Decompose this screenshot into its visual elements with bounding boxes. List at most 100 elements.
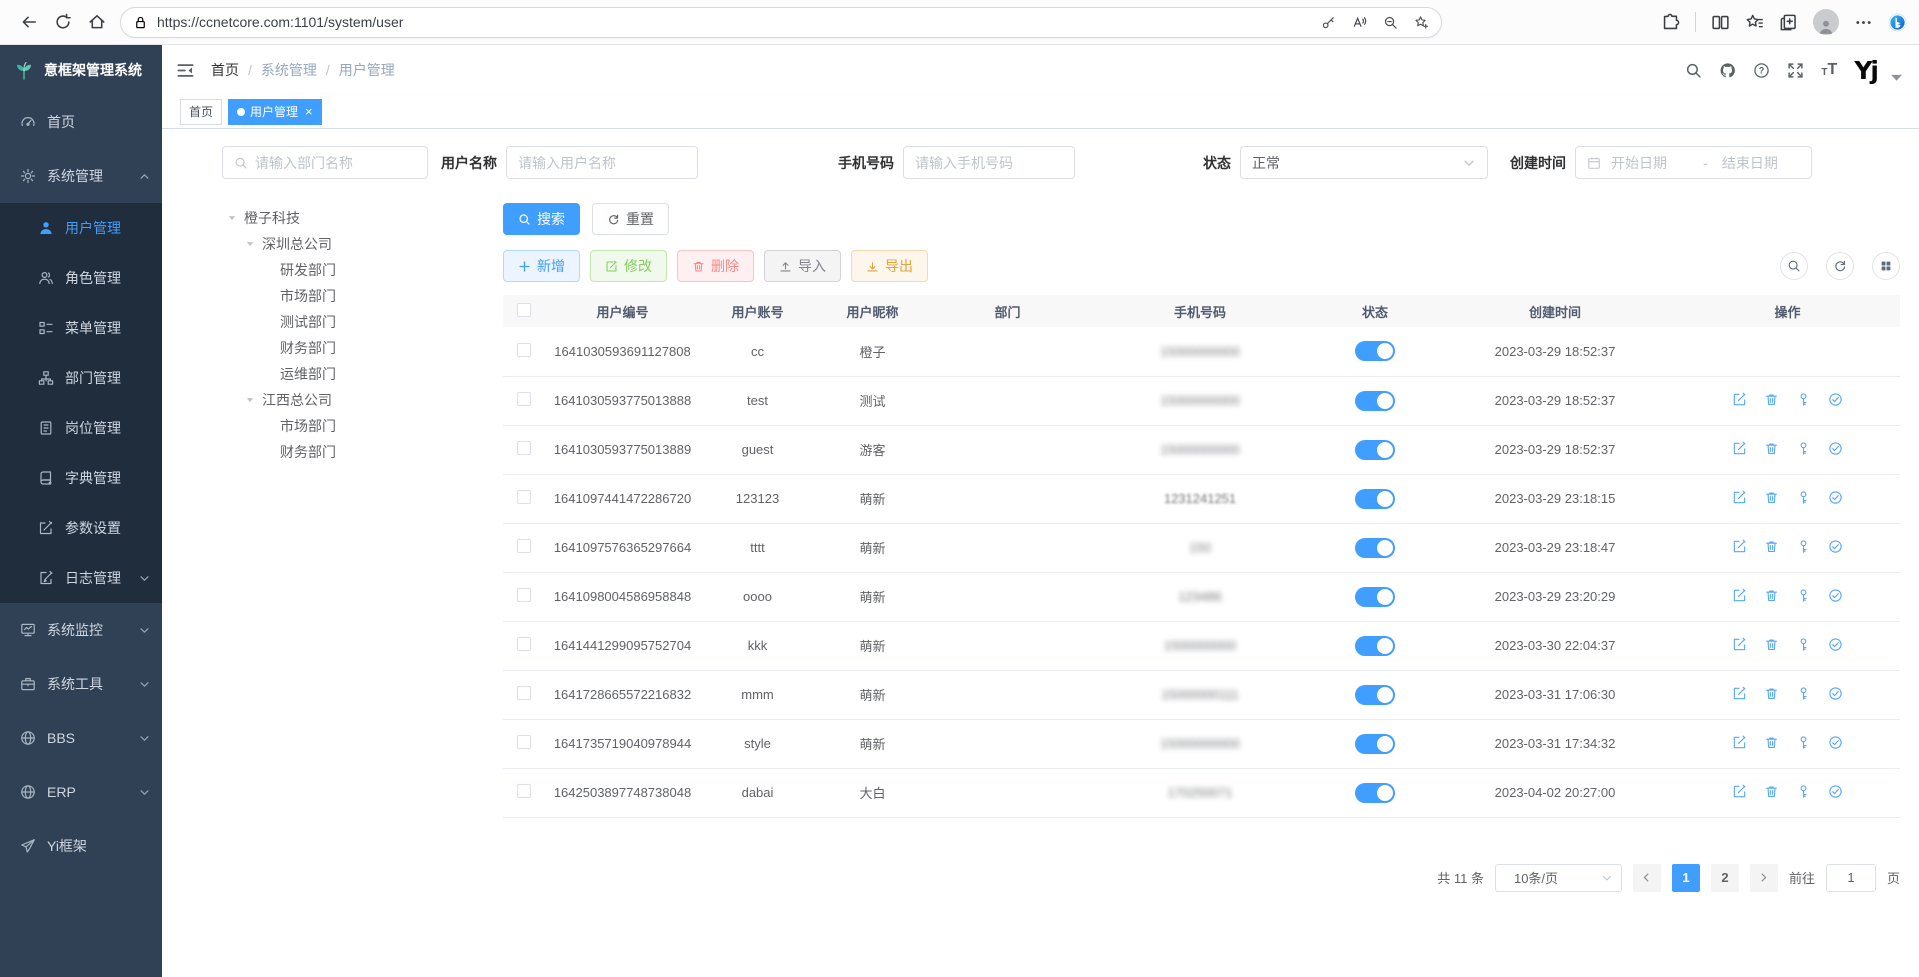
- read-aloud-icon[interactable]: [1352, 15, 1367, 30]
- table-search-toggle-button[interactable]: [1780, 252, 1808, 280]
- row-edit-button[interactable]: [1732, 637, 1747, 652]
- next-page-button[interactable]: [1750, 864, 1778, 892]
- tree-node[interactable]: 财务部门: [222, 439, 504, 465]
- export-button[interactable]: 导出: [851, 250, 928, 282]
- row-assign-role-button[interactable]: [1828, 735, 1843, 750]
- status-toggle[interactable]: [1355, 489, 1395, 509]
- row-reset-password-button[interactable]: [1796, 735, 1811, 750]
- row-edit-button[interactable]: [1732, 441, 1747, 456]
- user-menu-caret-icon[interactable]: [1888, 69, 1905, 86]
- zoom-out-icon[interactable]: [1383, 15, 1398, 30]
- row-reset-password-button[interactable]: [1796, 686, 1811, 701]
- row-edit-button[interactable]: [1732, 490, 1747, 505]
- row-delete-button[interactable]: [1764, 784, 1779, 799]
- row-edit-button[interactable]: [1732, 539, 1747, 554]
- row-checkbox[interactable]: [517, 343, 531, 357]
- sidebar-item-dict-mgmt[interactable]: 字典管理: [0, 453, 162, 503]
- row-edit-button[interactable]: [1732, 392, 1747, 407]
- sidebar-item-user-mgmt[interactable]: 用户管理: [0, 203, 162, 253]
- username-input[interactable]: [506, 146, 698, 179]
- row-reset-password-button[interactable]: [1796, 539, 1811, 554]
- row-delete-button[interactable]: [1764, 735, 1779, 750]
- row-reset-password-button[interactable]: [1796, 490, 1811, 505]
- row-delete-button[interactable]: [1764, 588, 1779, 603]
- sidebar-item-tools[interactable]: 系统工具: [0, 657, 162, 711]
- phone-input[interactable]: [903, 146, 1075, 179]
- row-delete-button[interactable]: [1764, 686, 1779, 701]
- tree-node[interactable]: 橙子科技: [222, 205, 504, 231]
- row-checkbox[interactable]: [517, 539, 531, 553]
- row-delete-button[interactable]: [1764, 637, 1779, 652]
- row-reset-password-button[interactable]: [1796, 441, 1811, 456]
- sidebar-toggle-icon[interactable]: [162, 61, 209, 80]
- browser-address-bar[interactable]: https://ccnetcore.com:1101/system/user: [120, 7, 1442, 38]
- sidebar-item-param-settings[interactable]: 参数设置: [0, 503, 162, 553]
- tree-node[interactable]: 江西总公司: [222, 387, 504, 413]
- row-assign-role-button[interactable]: [1828, 588, 1843, 603]
- dept-search-input[interactable]: [222, 146, 428, 179]
- tree-node[interactable]: 运维部门: [222, 361, 504, 387]
- row-reset-password-button[interactable]: [1796, 637, 1811, 652]
- favorites-icon[interactable]: [1745, 13, 1764, 32]
- split-screen-icon[interactable]: [1711, 13, 1730, 32]
- sidebar-item-system[interactable]: 系统管理: [0, 149, 162, 203]
- url-text[interactable]: https://ccnetcore.com:1101/system/user: [157, 14, 1321, 30]
- browser-settings-icon[interactable]: [1854, 13, 1873, 32]
- browser-back-button[interactable]: [12, 5, 46, 39]
- status-toggle[interactable]: [1355, 341, 1395, 361]
- row-delete-button[interactable]: [1764, 490, 1779, 505]
- sidebar-item-bbs[interactable]: BBS: [0, 711, 162, 765]
- status-toggle[interactable]: [1355, 734, 1395, 754]
- row-checkbox[interactable]: [517, 784, 531, 798]
- reset-button[interactable]: 重置: [592, 203, 669, 235]
- breadcrumb-system[interactable]: 系统管理: [261, 60, 317, 80]
- row-reset-password-button[interactable]: [1796, 392, 1811, 407]
- status-toggle[interactable]: [1355, 391, 1395, 411]
- row-checkbox[interactable]: [517, 735, 531, 749]
- search-button[interactable]: 搜索: [503, 203, 580, 235]
- row-assign-role-button[interactable]: [1828, 784, 1843, 799]
- row-checkbox[interactable]: [517, 490, 531, 504]
- add-button[interactable]: 新增: [503, 250, 580, 282]
- tree-node[interactable]: 财务部门: [222, 335, 504, 361]
- sidebar-item-post-mgmt[interactable]: 岗位管理: [0, 403, 162, 453]
- row-edit-button[interactable]: [1732, 735, 1747, 750]
- row-delete-button[interactable]: [1764, 441, 1779, 456]
- row-delete-button[interactable]: [1764, 392, 1779, 407]
- app-logo[interactable]: 意框架管理系统: [0, 45, 162, 95]
- browser-profile-avatar[interactable]: [1813, 9, 1839, 35]
- row-checkbox[interactable]: [517, 588, 531, 602]
- tab-home[interactable]: 首页: [180, 99, 222, 125]
- sidebar-item-home[interactable]: 首页: [0, 95, 162, 149]
- row-assign-role-button[interactable]: [1828, 637, 1843, 652]
- tree-node[interactable]: 深圳总公司: [222, 231, 504, 257]
- date-start-placeholder[interactable]: 开始日期: [1611, 153, 1689, 173]
- status-toggle[interactable]: [1355, 783, 1395, 803]
- row-assign-role-button[interactable]: [1828, 490, 1843, 505]
- user-avatar-logo[interactable]: Yj: [1854, 58, 1877, 83]
- sidebar-item-monitor[interactable]: 系统监控: [0, 603, 162, 657]
- github-icon[interactable]: [1719, 62, 1736, 79]
- sidebar-item-log-mgmt[interactable]: 日志管理: [0, 553, 162, 603]
- help-icon[interactable]: ?: [1753, 62, 1770, 79]
- status-toggle[interactable]: [1355, 636, 1395, 656]
- tree-node[interactable]: 研发部门: [222, 257, 504, 283]
- row-assign-role-button[interactable]: [1828, 539, 1843, 554]
- edit-button[interactable]: 修改: [590, 250, 667, 282]
- row-checkbox[interactable]: [517, 441, 531, 455]
- tab-close-icon[interactable]: ×: [305, 105, 313, 118]
- row-edit-button[interactable]: [1732, 686, 1747, 701]
- status-toggle[interactable]: [1355, 538, 1395, 558]
- extensions-icon[interactable]: [1661, 13, 1680, 32]
- tree-node[interactable]: 市场部门: [222, 283, 504, 309]
- goto-page-input[interactable]: [1826, 864, 1876, 892]
- tab-user-mgmt[interactable]: 用户管理 ×: [228, 99, 322, 125]
- breadcrumb-home[interactable]: 首页: [211, 60, 239, 80]
- row-edit-button[interactable]: [1732, 784, 1747, 799]
- row-assign-role-button[interactable]: [1828, 392, 1843, 407]
- collections-icon[interactable]: [1779, 13, 1798, 32]
- date-end-placeholder[interactable]: 结束日期: [1722, 153, 1800, 173]
- add-favorite-icon[interactable]: [1414, 15, 1429, 30]
- status-toggle[interactable]: [1355, 440, 1395, 460]
- page-size-select[interactable]: 10条/页: [1495, 864, 1622, 892]
